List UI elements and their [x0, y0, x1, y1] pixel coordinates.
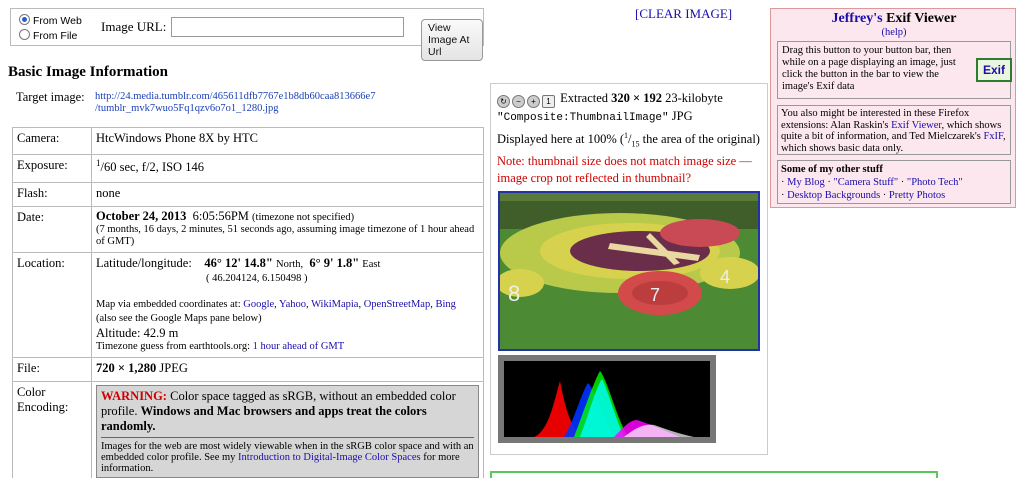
image-url-input[interactable]	[171, 17, 404, 37]
flash-value: none	[96, 186, 121, 200]
svg-text:8: 8	[508, 281, 520, 306]
map-via-label: Map via embedded coordinates at:	[96, 299, 241, 310]
map-note: (also see the Google Maps pane below)	[96, 313, 262, 324]
longitude: 6° 9' 1.8"	[309, 256, 360, 270]
drag-instructions: Drag this button to your button bar, the…	[782, 45, 956, 92]
exif-bookmarklet-button[interactable]: Exif	[976, 58, 1013, 82]
app-title: Exif Viewer	[886, 11, 957, 26]
thumbnail-image: 8 4 7	[498, 191, 760, 351]
view-image-button[interactable]: View Image At Url	[421, 19, 483, 61]
zoom-in-icon[interactable]: +	[527, 95, 540, 108]
altitude: Altitude: 42.9 m	[96, 326, 179, 340]
extensions-box: You also might be interested in these Fi…	[777, 105, 1011, 155]
map-link-bing[interactable]: Bing	[435, 299, 455, 310]
row-color: Color Encoding: WARNING: Color space tagg…	[12, 381, 484, 478]
warning-bold: Windows and Mac browsers and apps treat …	[101, 404, 427, 433]
date-value: October 24, 2013	[96, 209, 187, 223]
latitude: 46° 12' 14.8"	[204, 256, 273, 270]
svg-text:7: 7	[650, 285, 660, 305]
extracted-label: Extracted	[560, 91, 609, 105]
row-camera: Camera: HtcWindows Phone 8X by HTC	[12, 127, 484, 155]
displayed-end: the area of the original)	[642, 132, 760, 147]
pretty-photos-link[interactable]: Pretty Photos	[889, 190, 945, 201]
row-date: Date: October 24, 2013 6:05:56PM (timezo…	[12, 206, 484, 253]
location-label: Location:	[17, 256, 65, 270]
date-relative: (7 months, 16 days, 2 minutes, 51 second…	[96, 224, 475, 247]
flash-label: Flash:	[17, 186, 48, 200]
row-flash: Flash: none	[12, 182, 484, 207]
from-web-label: From Web	[33, 15, 82, 27]
svg-text:4: 4	[720, 267, 730, 287]
map-link-wikimapia[interactable]: WikiMapia	[311, 299, 358, 310]
help-link[interactable]: (help)	[771, 27, 1017, 38]
exif-viewer-sidebar: Jeffrey's Exif Viewer (help) Drag this b…	[770, 8, 1016, 208]
target-url-line1[interactable]: http://24.media.tumblr.com/465611dfb7767…	[95, 91, 375, 103]
row-location: Location: Latitude/longitude: 46° 12' 14…	[12, 252, 484, 358]
color-warning-box: WARNING: Color space tagged as sRGB, wit…	[96, 385, 479, 478]
decimal-coords: ( 46.204124, 6.150498 )	[206, 273, 308, 284]
color-label: Color	[17, 385, 46, 399]
timezone-note: (timezone not specified)	[252, 212, 355, 223]
exif-viewer-ext-link[interactable]: Exif Viewer	[891, 120, 941, 131]
map-link-yahoo[interactable]: Yahoo	[279, 299, 306, 310]
map-link-openstreetmap[interactable]: OpenStreetMap	[364, 299, 430, 310]
camera-stuff-link[interactable]: "Camera Stuff"	[834, 177, 899, 188]
row-exposure: Exposure: 1/60 sec, f/2, ISO 146	[12, 154, 484, 183]
actual-size-icon[interactable]: 1	[542, 95, 555, 108]
brand-name[interactable]: Jeffrey's	[832, 11, 883, 26]
section-title: Basic Image Information	[8, 64, 168, 80]
other-stuff-box: Some of my other stuff · My Blog · "Came…	[777, 160, 1011, 204]
color-space-link[interactable]: Introduction to Digital-Image Color Spac…	[238, 452, 421, 463]
file-label: File:	[17, 361, 40, 375]
other-stuff-title: Some of my other stuff	[781, 164, 883, 175]
info-table: Camera: HtcWindows Phone 8X by HTC Expos…	[12, 127, 484, 478]
longitude-dir: East	[362, 259, 381, 270]
frac-den: 15	[631, 139, 640, 149]
latitude-dir: North,	[276, 259, 304, 270]
camera-label: Camera:	[17, 131, 60, 145]
exposure-value: /60 sec, f/2, ISO 146	[100, 160, 204, 175]
zoom-out-icon[interactable]: −	[512, 95, 525, 108]
image-url-label: Image URL:	[101, 19, 167, 34]
target-url-line2[interactable]: /tumblr_mvk7wuo5Fq1qzv6o7o1_1280.jpg	[95, 103, 375, 115]
from-file-radio[interactable]	[19, 29, 30, 40]
time-value: 6:05:56PM	[192, 209, 249, 223]
from-web-radio[interactable]	[19, 14, 30, 25]
map-link-google[interactable]: Google	[243, 299, 274, 310]
file-type: JPEG	[159, 361, 188, 375]
photo-tech-link[interactable]: "Photo Tech"	[907, 177, 963, 188]
target-image-label: Target image:	[16, 90, 85, 104]
thumb-size: 23-kilobyte	[665, 91, 723, 105]
maps-pane	[490, 471, 938, 478]
date-label: Date:	[17, 210, 45, 224]
thumbnail-panel: ↻ − +1 Extracted 320 × 192 23-kilobyte "Co…	[490, 83, 768, 455]
encoding-label: Encoding:	[17, 400, 69, 414]
fxif-link[interactable]: FxIF	[983, 131, 1003, 142]
my-blog-link[interactable]: My Blog	[787, 177, 825, 188]
timezone-guess-link[interactable]: 1 hour ahead of GMT	[253, 341, 345, 352]
desktop-backgrounds-link[interactable]: Desktop Backgrounds	[787, 190, 880, 201]
thumb-tag: "Composite:ThumbnailImage"	[497, 112, 669, 124]
thumb-note: Note: thumbnail size does not match imag…	[497, 153, 752, 185]
thumb-format: JPG	[671, 109, 693, 123]
displayed-text: Displayed here at 100% (	[497, 132, 625, 147]
file-dimensions: 720 × 1,280	[96, 361, 157, 375]
row-file: File: 720 × 1,280 JPEG	[12, 357, 484, 382]
thumb-dims: 320 × 192	[611, 91, 663, 105]
histogram	[498, 355, 716, 443]
timezone-guess-label: Timezone guess from earthtools.org:	[96, 341, 250, 352]
reset-icon[interactable]: ↻	[497, 95, 510, 108]
clear-image-link[interactable]: [CLEAR IMAGE]	[635, 6, 732, 22]
camera-value: HtcWindows Phone 8X by HTC	[96, 131, 258, 145]
warning-label: WARNING:	[101, 389, 167, 403]
latlon-label: Latitude/longitude:	[96, 256, 192, 270]
source-panel: From Web From File Image URL: View Image…	[10, 8, 484, 61]
from-file-label: From File	[33, 30, 78, 42]
bookmarklet-box: Drag this button to your button bar, the…	[777, 41, 1013, 99]
frac-num: 1	[624, 131, 629, 140]
exposure-label: Exposure:	[17, 158, 68, 172]
